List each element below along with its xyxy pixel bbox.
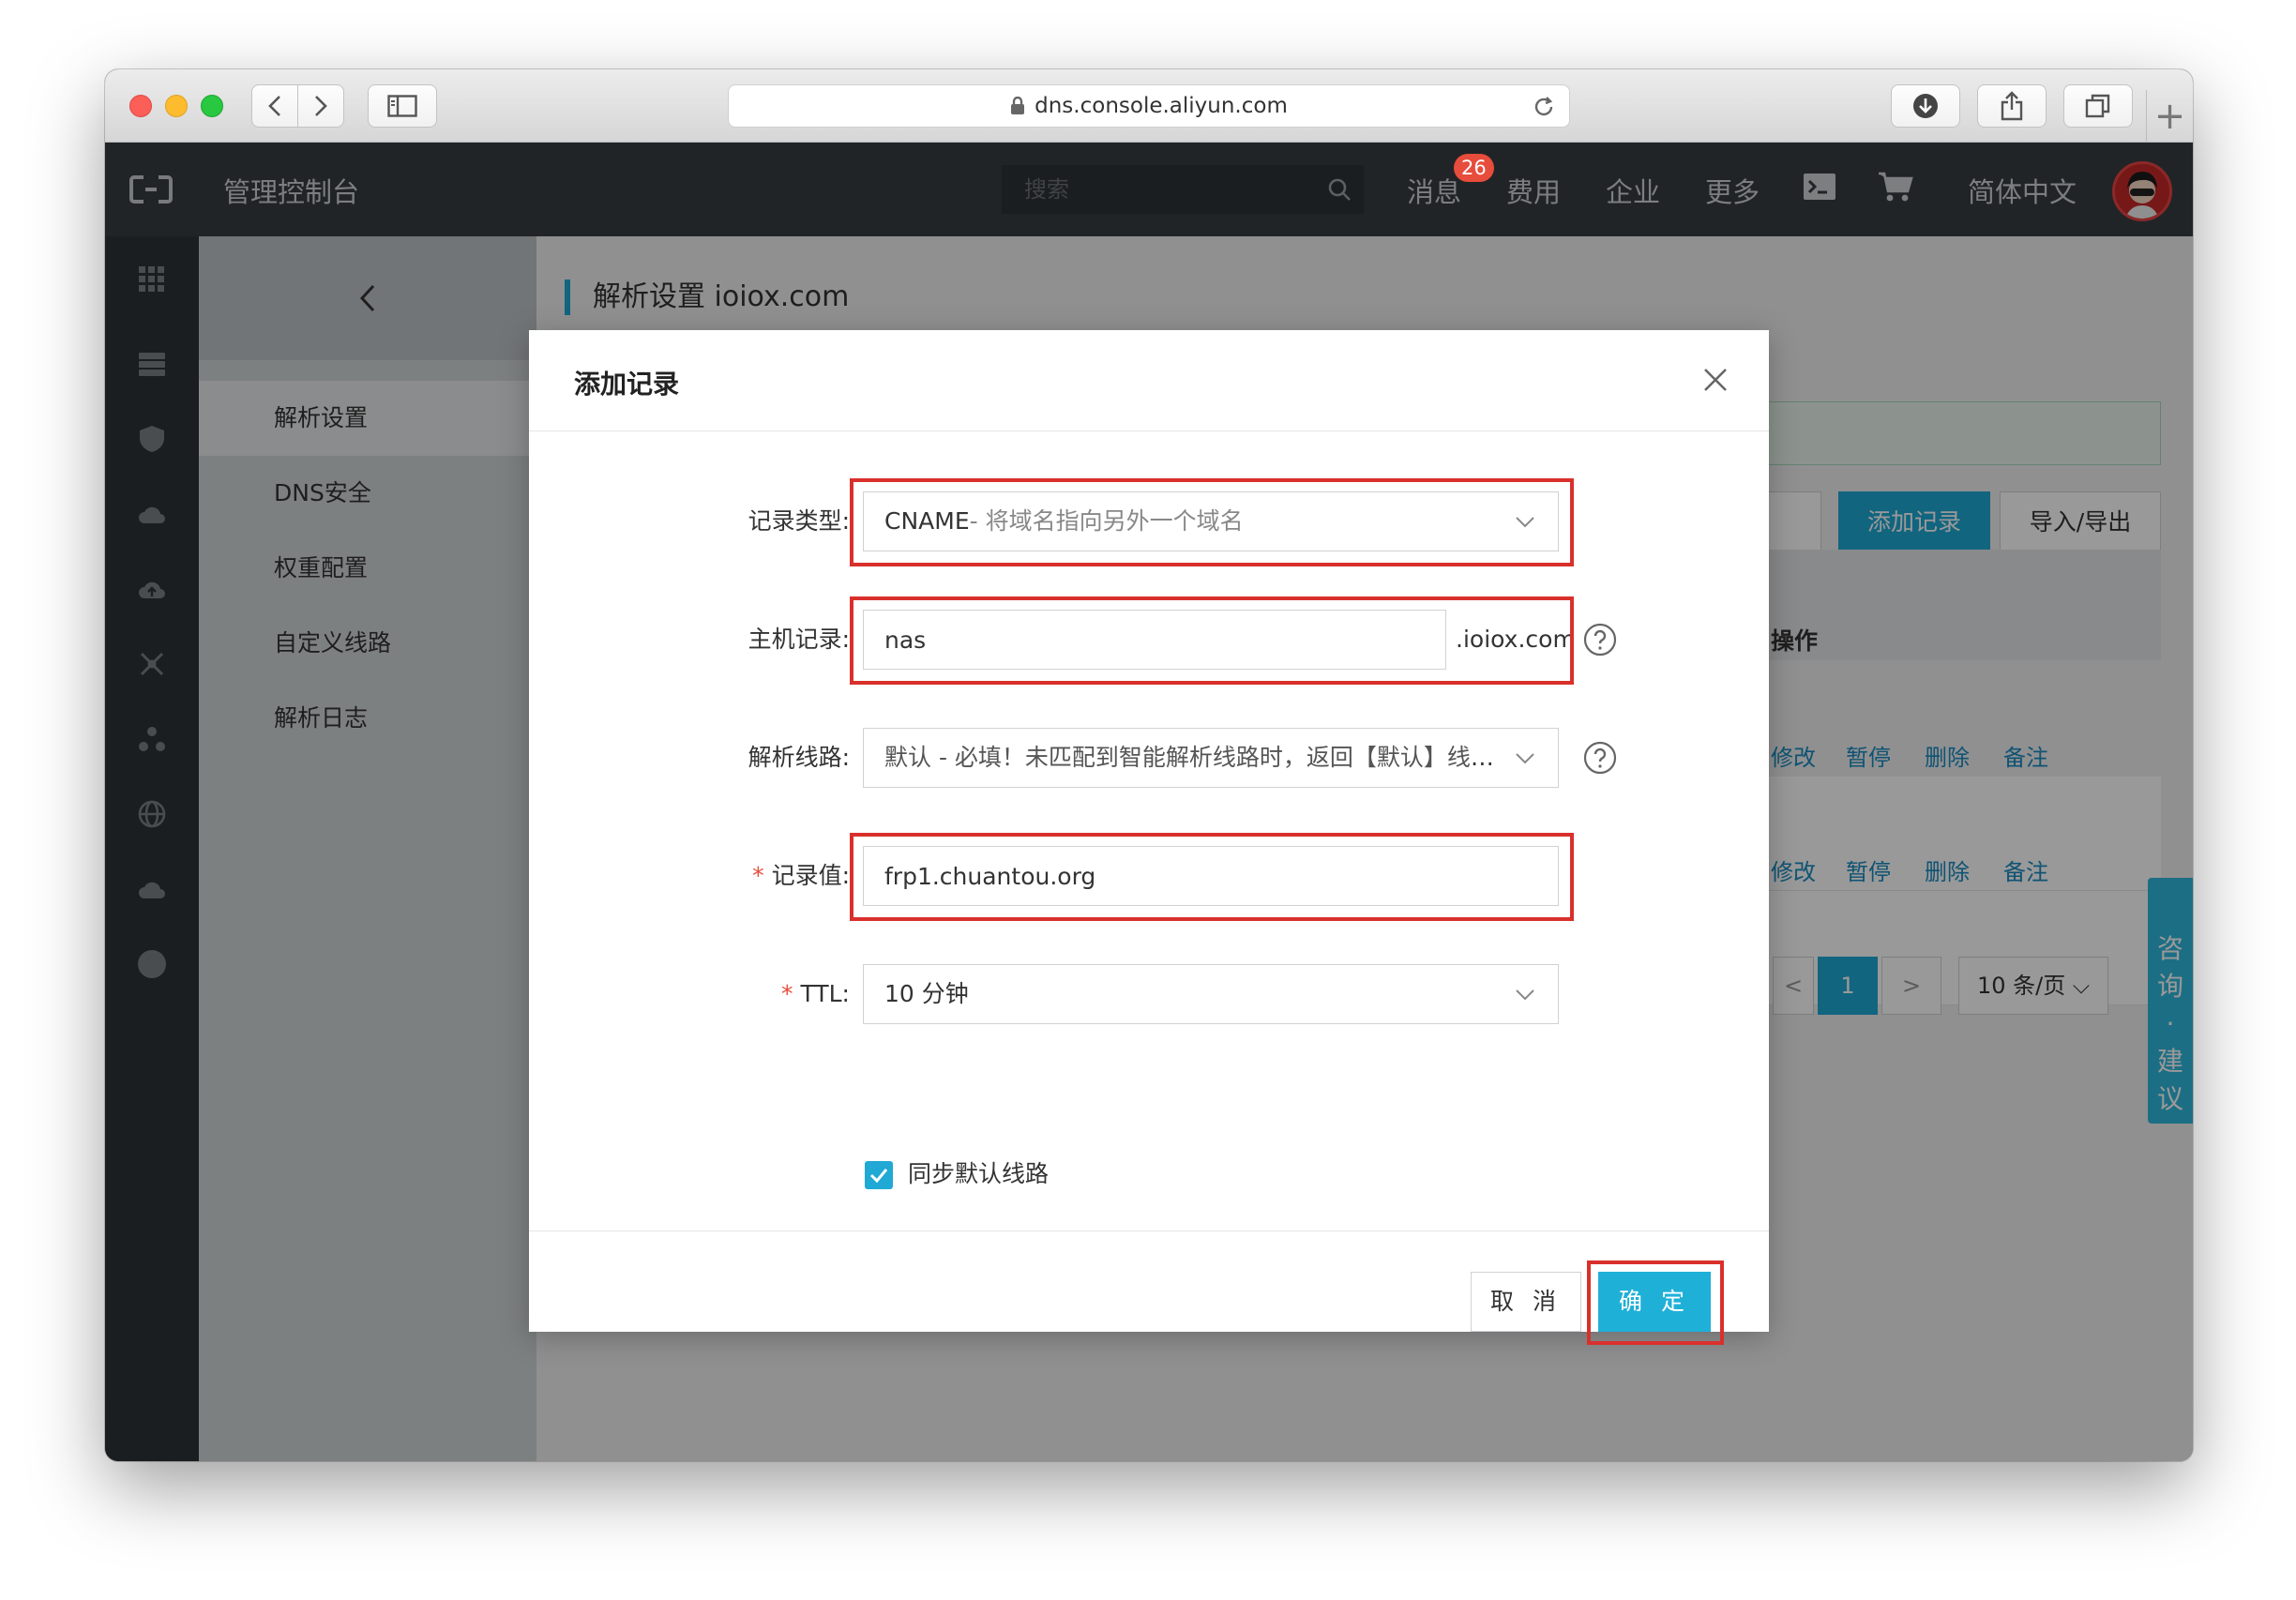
cancel-button[interactable]: 取 消	[1471, 1272, 1581, 1332]
record-value-input[interactable]	[884, 847, 1558, 905]
line-label: 解析线路:	[748, 744, 850, 771]
add-record-dialog: 添加记录 记录类型: CNAME- 将域名指向另外一个域名 主机记录: .ioi…	[529, 330, 1769, 1345]
url-text: dns.console.aliyun.com	[1035, 94, 1288, 118]
tab-overview-button[interactable]	[2063, 84, 2133, 128]
minimize-window-button[interactable]	[165, 95, 188, 117]
sync-default-checkbox[interactable]	[865, 1161, 893, 1189]
required-mark: *	[781, 980, 793, 1007]
download-icon	[1913, 94, 1938, 118]
sync-default-label[interactable]: 同步默认线路	[908, 1155, 1049, 1193]
host-field[interactable]	[863, 610, 1446, 670]
host-input[interactable]	[884, 611, 1445, 669]
chevron-left-icon	[268, 96, 280, 116]
messages-badge: 26	[1454, 154, 1494, 182]
domain-suffix: .ioiox.com	[1456, 626, 1576, 653]
confirm-button[interactable]: 确 定	[1598, 1272, 1711, 1332]
help-icon[interactable]	[1583, 741, 1617, 775]
record-value-label: * 记录值:	[752, 846, 850, 906]
close-icon[interactable]	[1701, 366, 1730, 394]
zoom-window-button[interactable]	[201, 95, 223, 117]
address-bar[interactable]: dns.console.aliyun.com	[728, 84, 1570, 128]
line-select[interactable]: 默认 - 必填！未匹配到智能解析线路时，返回【默认】线路...	[863, 728, 1559, 788]
chevron-down-icon	[1516, 989, 1534, 1001]
back-button[interactable]	[251, 84, 298, 128]
reload-icon[interactable]	[1532, 95, 1556, 125]
share-button[interactable]	[1977, 84, 2047, 128]
ttl-label: * TTL:	[781, 964, 850, 1024]
close-window-button[interactable]	[129, 95, 152, 117]
dialog-footer	[529, 1230, 1769, 1332]
chevron-down-icon	[1516, 517, 1534, 528]
dialog-header: 添加记录	[529, 330, 1769, 431]
ttl-value: 10 分钟	[884, 980, 969, 1007]
tabs-icon	[2085, 94, 2110, 118]
browser-toolbar: dns.console.aliyun.com +	[105, 69, 2193, 143]
line-value: 默认 - 必填！未匹配到智能解析线路时，返回【默认】线路...	[884, 744, 1517, 771]
dialog-title: 添加记录	[574, 369, 680, 400]
chevron-down-icon	[1516, 753, 1534, 764]
checkmark-icon	[869, 1169, 888, 1184]
sidebar-toggle-button[interactable]	[368, 84, 437, 128]
ttl-select[interactable]: 10 分钟	[863, 964, 1559, 1024]
record-type-hint: - 将域名指向另外一个域名	[969, 507, 1244, 535]
record-value-field[interactable]	[863, 846, 1559, 906]
record-value-label-text: 记录值:	[771, 862, 850, 889]
browser-window: dns.console.aliyun.com + 管理控制台 消息 费	[105, 69, 2193, 1461]
host-label: 主机记录:	[748, 626, 850, 653]
help-icon[interactable]	[1583, 623, 1617, 657]
ttl-label-text: TTL:	[800, 980, 850, 1007]
share-icon	[2001, 91, 2023, 121]
chevron-right-icon	[315, 96, 327, 116]
record-type-select[interactable]: CNAME- 将域名指向另外一个域名	[863, 491, 1559, 551]
sidebar-icon	[387, 95, 417, 117]
required-mark: *	[752, 862, 764, 889]
record-type-value: CNAME	[884, 507, 970, 535]
new-tab-button[interactable]: +	[2146, 90, 2193, 143]
record-type-label: 记录类型:	[748, 507, 850, 535]
downloads-button[interactable]	[1891, 84, 1960, 128]
forward-button[interactable]	[297, 84, 344, 128]
lock-icon	[1010, 97, 1025, 115]
